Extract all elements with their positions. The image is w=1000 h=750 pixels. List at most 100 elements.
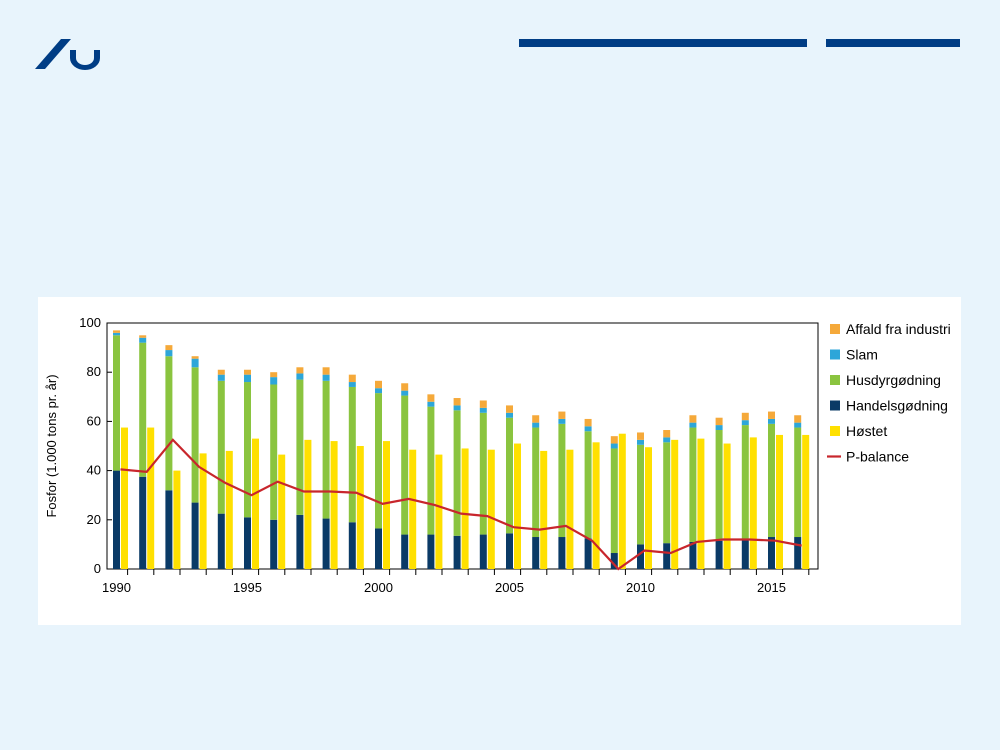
bar-slam (715, 425, 723, 431)
bar-slam (794, 422, 802, 428)
bar-affald-fra-industri (689, 415, 697, 423)
bar-affald-fra-industri (558, 411, 566, 419)
bar-slam (322, 374, 330, 381)
chart-panel: 0 20 40 60 80 100 1990 1995 2000 2005 2010 2015 Fosf… (38, 297, 961, 625)
bar-affald-fra-industri (637, 432, 644, 440)
bar-slam (584, 426, 592, 432)
bar-slam (453, 405, 461, 411)
bar-hostet (776, 434, 783, 569)
bar-hostet (121, 427, 128, 569)
bar-husdyrg-dning (768, 423, 775, 538)
bar-slam (348, 382, 356, 387)
bar-slam (375, 388, 382, 394)
bar-hostet (252, 438, 259, 569)
bar-slam (532, 422, 540, 428)
bar-affald-fra-industri (741, 412, 749, 421)
bar-affald-fra-industri (165, 345, 173, 351)
bar-affald-fra-industri (401, 383, 409, 391)
bar-husdyrg-dning (296, 379, 304, 515)
bar-husdyrg-dning (689, 427, 697, 542)
bar-handelsg-dning (637, 544, 644, 569)
bar-slam (610, 443, 618, 449)
bar-handelsg-dning (741, 539, 749, 569)
bar-hostet (802, 434, 810, 569)
bar-handelsg-dning (401, 534, 409, 569)
legend-swatch (830, 349, 840, 360)
au-logo-icon (35, 39, 100, 70)
legend-label: Husdyrgødning (846, 372, 941, 388)
bar-husdyrg-dning (637, 444, 644, 545)
bar-handelsg-dning (139, 476, 147, 569)
bar-affald-fra-industri (296, 367, 304, 374)
bar-handelsg-dning (453, 535, 461, 569)
bar-handelsg-dning (348, 522, 356, 569)
bar-hostet (514, 443, 521, 569)
bar-slam (558, 418, 566, 424)
bar-husdyrg-dning (113, 335, 120, 471)
bar-husdyrg-dning (217, 380, 225, 514)
bar-husdyrg-dning (191, 367, 199, 503)
y-tick-label: 20 (87, 512, 101, 527)
bar-hostet (225, 450, 233, 569)
bar-affald-fra-industri (139, 335, 147, 338)
bar-hostet (383, 441, 390, 569)
bar-slam (768, 418, 775, 424)
bar-affald-fra-industri (663, 430, 671, 438)
bar-hostet (592, 442, 600, 569)
bar-handelsg-dning (191, 502, 199, 569)
bar-affald-fra-industri (610, 436, 618, 444)
bar-hostet (618, 433, 626, 569)
bar-handelsg-dning (427, 534, 435, 569)
bar-hostet (435, 454, 443, 569)
y-tick-label: 0 (94, 561, 101, 576)
bar-handelsg-dning (217, 513, 225, 569)
bar-husdyrg-dning (532, 427, 540, 538)
bar-handelsg-dning (689, 541, 697, 569)
bar-affald-fra-industri (427, 394, 435, 402)
bar-affald-fra-industri (794, 415, 802, 423)
legend-label: P-balance (846, 449, 909, 465)
bar-slam (741, 420, 749, 426)
x-tick-label: 2015 (757, 580, 786, 595)
bar-slam (506, 412, 513, 418)
bar-husdyrg-dning (401, 395, 409, 535)
bar-handelsg-dning (113, 470, 120, 569)
legend-label: Høstet (846, 423, 887, 439)
bar-affald-fra-industri (768, 411, 775, 419)
phosphorus-balance-chart: 0 20 40 60 80 100 1990 1995 2000 2005 2010 2015 Fosf… (44, 315, 951, 595)
bar-handelsg-dning (584, 538, 592, 569)
bar-handelsg-dning (506, 533, 513, 569)
bar-slam (139, 337, 147, 343)
bar-handelsg-dning (375, 528, 382, 569)
bar-hostet (697, 438, 705, 569)
bar-affald-fra-industri (506, 405, 513, 413)
bar-slam (270, 377, 278, 385)
legend-label: Handelsgødning (846, 398, 948, 414)
bar-handelsg-dning (715, 540, 723, 569)
bar-husdyrg-dning (663, 442, 671, 544)
bar-affald-fra-industri (375, 380, 382, 389)
bar-slam (165, 350, 173, 357)
bar-husdyrg-dning (453, 410, 461, 536)
header-bar-short (826, 39, 960, 47)
bar-slam (217, 374, 225, 381)
bar-husdyrg-dning (715, 430, 723, 541)
bar-handelsg-dning (558, 537, 566, 569)
bar-affald-fra-industri (270, 372, 278, 378)
bar-husdyrg-dning (244, 382, 251, 518)
bar-affald-fra-industri (532, 415, 540, 423)
y-tick-label: 60 (87, 413, 101, 428)
bar-slam (113, 332, 120, 336)
bar-affald-fra-industri (322, 367, 330, 375)
bar-affald-fra-industri (715, 417, 723, 426)
bar-affald-fra-industri (348, 374, 356, 383)
legend-label: Affald fra industri (846, 321, 951, 337)
bar-husdyrg-dning (741, 425, 749, 540)
bar-slam (427, 401, 435, 407)
bar-hostet (356, 446, 364, 569)
bar-husdyrg-dning (506, 417, 513, 534)
x-tick-label: 1990 (102, 580, 131, 595)
legend-swatch (830, 324, 840, 334)
y-tick-label: 100 (79, 315, 101, 330)
bar-slam (296, 373, 304, 380)
